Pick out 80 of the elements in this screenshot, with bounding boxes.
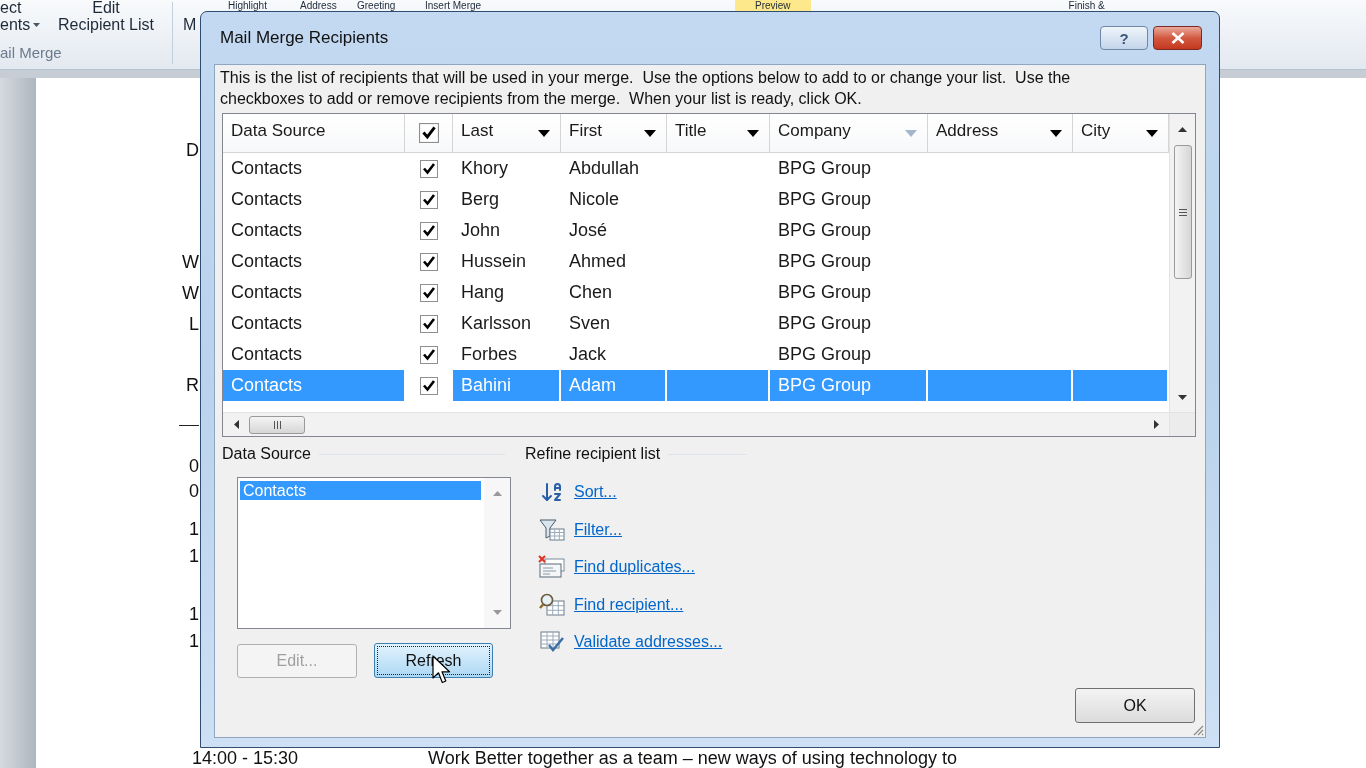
scrollbar-thumb[interactable] [1173, 145, 1192, 279]
document-text: 0 [189, 456, 199, 476]
search-icon [538, 592, 566, 617]
scrollbar-thumb[interactable] [249, 415, 305, 434]
column-header[interactable]: City [1073, 114, 1169, 153]
caret-up-icon [1178, 126, 1187, 132]
vertical-scrollbar[interactable] [1169, 114, 1195, 412]
stacked-cards-icon [538, 555, 566, 579]
horizontal-scrollbar[interactable] [223, 412, 1169, 436]
checkbox[interactable] [420, 190, 438, 209]
document-text: R [186, 375, 199, 395]
filter-icon [538, 517, 566, 542]
ribbon-button[interactable]: Edit Recipient List [46, 0, 166, 45]
ribbon-label[interactable]: Preview [735, 0, 811, 11]
dropdown-arrow-icon[interactable] [747, 130, 759, 137]
document-text: 1 [189, 546, 199, 566]
column-header[interactable]: Data Source [223, 114, 405, 153]
grid-check-icon [538, 630, 566, 654]
column-header[interactable]: First [561, 114, 667, 153]
caret-up-icon [492, 491, 502, 496]
checkbox[interactable] [420, 221, 438, 240]
dropdown-arrow-icon[interactable] [1050, 130, 1062, 137]
document-text: 1 [189, 519, 199, 539]
document-text: L [189, 314, 199, 334]
table-cell: Adam [561, 370, 667, 401]
checkbox[interactable] [420, 376, 438, 395]
grip-icon [273, 420, 281, 429]
column-header[interactable]: Company [770, 114, 928, 153]
filter-link[interactable]: Filter... [574, 519, 622, 540]
close-icon [1170, 32, 1185, 44]
column-header[interactable]: Title [667, 114, 770, 153]
find-duplicates-link[interactable]: Find duplicates... [574, 557, 695, 577]
caret-left-icon [233, 420, 239, 429]
ribbon-label[interactable]: Finish & [1068, 0, 1105, 11]
document-text: 1 [189, 631, 199, 651]
find-recipient-link[interactable]: Find recipient... [574, 594, 684, 615]
ribbon-label[interactable]: Greeting [357, 0, 396, 11]
column-header[interactable]: Address [928, 114, 1073, 153]
document-text: W [182, 283, 199, 303]
document-text: D [186, 140, 199, 160]
checkbox[interactable] [420, 252, 438, 271]
ribbon-button[interactable]: ect ents [0, 0, 46, 45]
ok-button[interactable]: OK [1075, 688, 1195, 723]
ribbon-button[interactable]: M [183, 16, 197, 34]
checkbox[interactable] [418, 123, 439, 143]
document-text: W [182, 252, 199, 272]
dialog-title: Mail Merge Recipients [220, 27, 389, 50]
checkbox[interactable] [420, 283, 438, 302]
table-cell: BPG Group [770, 370, 928, 401]
table-cell: Bahini [453, 370, 561, 401]
checkbox[interactable] [420, 159, 438, 178]
caret-right-icon [1153, 420, 1159, 429]
caret-down-icon [1178, 394, 1187, 400]
help-button[interactable]: ? [1100, 26, 1148, 50]
document-text: 1 [189, 604, 199, 624]
dropdown-arrow-icon[interactable] [538, 130, 550, 137]
intro-text: This is the list of recipients that will be used in your merge. Use the options below to add to or change your list. Use the checkboxes to add or remove recipients from the merge. When your list is ready, click OK. [219, 68, 1072, 109]
ribbon-group-label: ail Merge [0, 45, 63, 60]
checkbox[interactable] [420, 314, 438, 333]
sort-link[interactable]: Sort... [574, 482, 617, 502]
ribbon-label[interactable]: Highlight [228, 0, 267, 11]
caret-down-icon [492, 610, 502, 615]
scrollbar-corner [1169, 412, 1195, 436]
ribbon-label[interactable]: Insert Merge [425, 0, 482, 11]
resize-grip-icon[interactable] [1193, 725, 1204, 736]
document-text: 0 [189, 481, 199, 501]
ribbon-label[interactable]: Address [300, 0, 337, 11]
close-button[interactable] [1153, 26, 1202, 50]
vertical-scrollbar[interactable] [484, 478, 510, 628]
group-label: Refine recipient list [525, 445, 661, 463]
dropdown-arrow-icon[interactable] [1146, 130, 1158, 137]
checkbox[interactable] [420, 345, 438, 364]
column-header[interactable]: Last [453, 114, 561, 153]
dropdown-arrow-icon[interactable] [644, 130, 656, 137]
grip-icon [1178, 208, 1187, 216]
document-text: 14:00 - 15:30 [192, 749, 299, 768]
group-label: Data Source [222, 445, 311, 463]
document-text: Work Better together as a team – new ways of using technology to [428, 749, 957, 768]
validate-addresses-link[interactable]: Validate addresses... [574, 632, 723, 652]
caret-down-icon [33, 23, 41, 27]
